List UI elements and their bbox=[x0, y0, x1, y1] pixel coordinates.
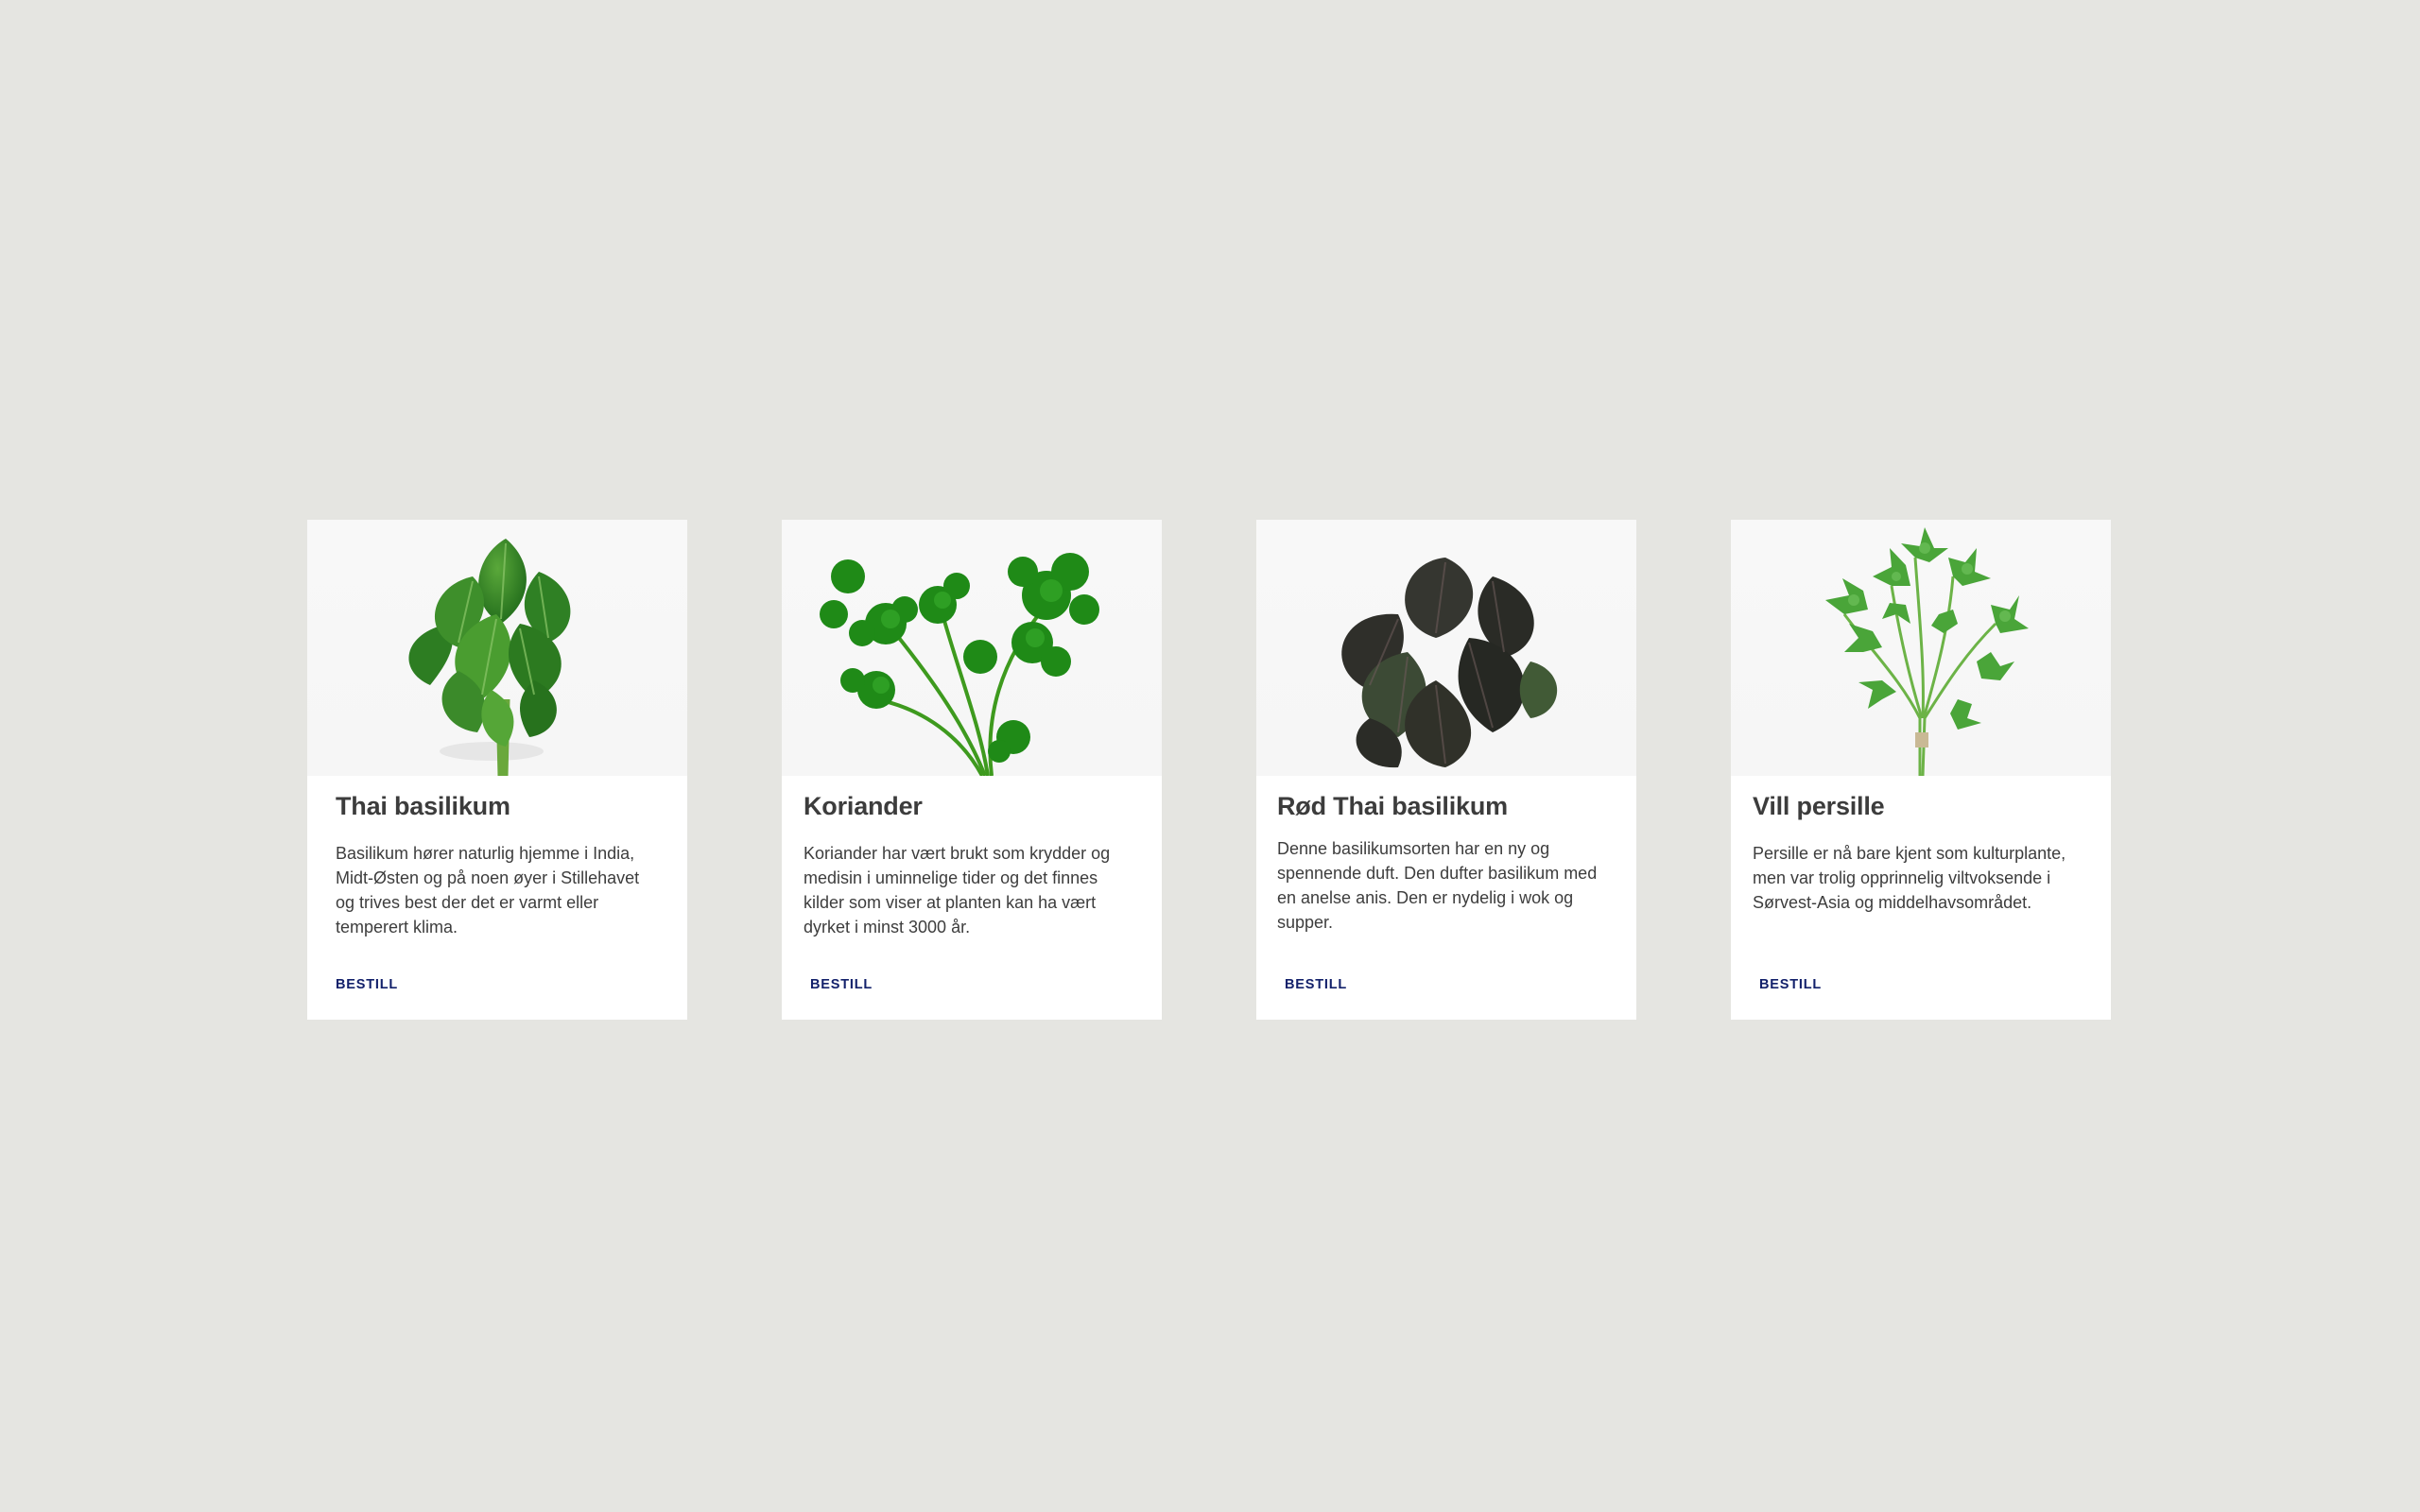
product-card-thai-basil: Thai basilikum Basilikum hører naturlig … bbox=[307, 520, 687, 1020]
order-button[interactable]: BESTILL bbox=[336, 977, 398, 992]
card-title: Vill persille bbox=[1753, 792, 1885, 820]
card-description: Persille er nå bare kjent som kulturplan… bbox=[1753, 844, 2066, 912]
order-button[interactable]: BESTILL bbox=[1759, 977, 1822, 992]
card-description: Denne basilikumsorten har en ny og spenn… bbox=[1277, 839, 1598, 932]
order-button[interactable]: BESTILL bbox=[810, 977, 873, 992]
wild-parsley-image bbox=[1731, 520, 2111, 776]
red-thai-basil-image bbox=[1256, 520, 1636, 776]
card-description: Basilikum hører naturlig hjemme i India,… bbox=[336, 844, 640, 936]
product-card-coriander: Koriander Koriander har vært brukt som k… bbox=[782, 520, 1162, 1020]
card-title: Rød Thai basilikum bbox=[1277, 792, 1508, 820]
card-description: Koriander har vært brukt som krydder og … bbox=[804, 844, 1111, 936]
order-button[interactable]: BESTILL bbox=[1285, 977, 1347, 992]
product-card-red-thai-basil: Rød Thai basilikum Denne basilikumsorten… bbox=[1256, 520, 1636, 1020]
card-title: Thai basilikum bbox=[336, 792, 510, 820]
card-title: Koriander bbox=[804, 792, 923, 820]
product-card-wild-parsley: Vill persille Persille er nå bare kjent … bbox=[1731, 520, 2111, 1020]
thai-basil-image bbox=[307, 520, 687, 776]
coriander-image bbox=[782, 520, 1162, 776]
